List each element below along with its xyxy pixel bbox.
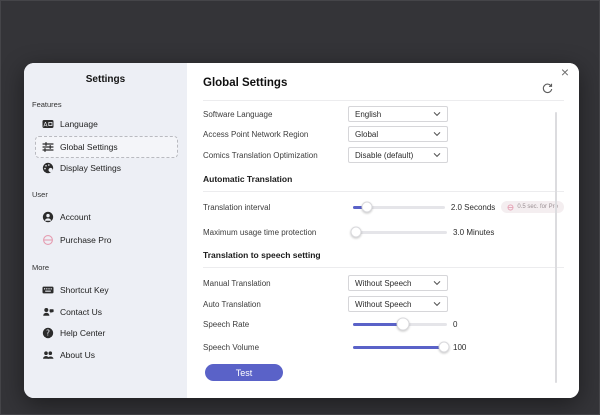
row-label: Maximum usage time protection: [203, 227, 317, 237]
sidebar-item-label: Account: [60, 212, 91, 222]
contact-icon: [43, 308, 54, 316]
row-network-region: Access Point Network Region Global: [203, 126, 564, 142]
sidebar-item-global-settings[interactable]: Global Settings: [35, 136, 178, 158]
settings-sidebar: Settings Features A Language Global Sett…: [24, 63, 187, 398]
section-label-features: Features: [32, 100, 62, 109]
sidebar-item-display-settings[interactable]: Display Settings: [35, 157, 178, 179]
max-usage-slider[interactable]: [350, 226, 447, 238]
close-icon[interactable]: ×: [561, 64, 569, 80]
select-value: Global: [355, 129, 379, 139]
sidebar-item-help-center[interactable]: ? Help Center: [35, 322, 178, 344]
network-region-select[interactable]: Global: [348, 126, 448, 142]
speech-volume-slider[interactable]: [353, 341, 450, 353]
sidebar-item-about-us[interactable]: About Us: [35, 344, 178, 366]
sidebar-item-language[interactable]: A Language: [35, 113, 178, 135]
section-label-more: More: [32, 263, 50, 272]
sidebar-item-shortcut-key[interactable]: Shortcut Key: [35, 279, 178, 301]
row-speech-rate: Speech Rate 0: [203, 316, 564, 332]
chevron-down-icon: [433, 302, 441, 307]
section-title-tts: Translation to speech setting: [203, 250, 321, 260]
slider-fill: [353, 345, 444, 349]
header-divider: [203, 100, 564, 101]
row-manual-translation: Manual Translation Without Speech: [203, 275, 564, 291]
auto-translation-select[interactable]: Without Speech: [348, 296, 448, 312]
row-label: Manual Translation: [203, 278, 271, 288]
software-language-select[interactable]: English: [348, 106, 448, 122]
sidebar-item-label: About Us: [60, 350, 95, 360]
row-comics-optimization: Comics Translation Optimization Disable …: [203, 147, 564, 163]
manual-translation-select[interactable]: Without Speech: [348, 275, 448, 291]
page-title: Global Settings: [203, 77, 288, 89]
comics-optimization-select[interactable]: Disable (default): [348, 147, 448, 163]
keyboard-icon: [42, 286, 54, 294]
vertical-scrollbar[interactable]: [555, 112, 557, 383]
sidebar-item-label: Language: [60, 119, 98, 129]
speech-rate-value: 0: [453, 319, 458, 329]
speech-volume-value: 100: [453, 342, 467, 352]
pro-badge-text: 0.5 sec. for Pro: [517, 204, 558, 210]
section-title-automatic-translation: Automatic Translation: [203, 174, 293, 184]
sidebar-title: Settings: [85, 74, 126, 85]
row-label: Access Point Network Region: [203, 129, 309, 139]
max-usage-value: 3.0 Minutes: [453, 227, 495, 237]
pro-badge-icon: [507, 204, 514, 210]
speech-rate-slider[interactable]: [353, 317, 447, 331]
interval-value: 2.0 Seconds: [450, 202, 496, 212]
settings-dialog: × Settings Features A Language Global Se…: [24, 63, 579, 398]
section-divider: [203, 191, 564, 192]
row-label: Software Language: [203, 109, 273, 119]
chevron-down-icon: [433, 132, 441, 137]
sidebar-item-purchase-pro[interactable]: Purchase Pro: [35, 229, 178, 251]
sidebar-item-label: Purchase Pro: [60, 235, 112, 245]
section-divider: [203, 267, 564, 268]
language-icon: A: [42, 120, 54, 128]
slider-thumb[interactable]: [361, 201, 373, 213]
slider-thumb[interactable]: [396, 317, 410, 331]
settings-sliders-icon: [42, 142, 54, 152]
test-button[interactable]: Test: [205, 364, 283, 381]
sidebar-item-label: Contact Us: [60, 307, 103, 317]
row-label: Speech Rate: [203, 319, 250, 329]
section-label-user: User: [32, 190, 48, 199]
chevron-down-icon: [433, 112, 441, 117]
select-value: English: [355, 109, 382, 119]
slider-fill: [353, 322, 400, 326]
people-icon: [43, 351, 54, 359]
sidebar-item-label: Display Settings: [60, 163, 121, 173]
select-value: Without Speech: [355, 278, 412, 288]
translation-interval-slider[interactable]: [353, 201, 445, 213]
slider-thumb[interactable]: [350, 226, 362, 238]
sidebar-item-label: Shortcut Key: [60, 285, 109, 295]
row-translation-interval: Translation interval 2.0 Seconds 0.5 sec…: [203, 199, 564, 215]
svg-text:?: ?: [46, 329, 50, 338]
row-label: Auto Translation: [203, 299, 261, 309]
slider-thumb[interactable]: [438, 341, 450, 353]
sidebar-item-account[interactable]: Account: [35, 206, 178, 228]
sidebar-item-contact-us[interactable]: Contact Us: [35, 301, 178, 323]
row-speech-volume: Speech Volume 100: [203, 339, 564, 355]
row-label: Speech Volume: [203, 342, 260, 352]
global-settings-panel: Global Settings Software Language Englis…: [187, 63, 579, 398]
desktop-background: × Settings Features A Language Global Se…: [0, 0, 600, 415]
chevron-down-icon: [433, 281, 441, 286]
sidebar-item-label: Global Settings: [60, 142, 118, 152]
select-value: Disable (default): [355, 150, 414, 160]
row-auto-translation: Auto Translation Without Speech: [203, 296, 564, 312]
refresh-icon[interactable]: [542, 83, 553, 94]
chevron-down-icon: [433, 153, 441, 158]
sidebar-item-label: Help Center: [60, 328, 106, 338]
purchase-pro-icon: [43, 235, 53, 245]
account-icon: [42, 211, 54, 223]
select-value: Without Speech: [355, 299, 412, 309]
palette-icon: [42, 162, 54, 174]
row-label: Translation interval: [203, 202, 271, 212]
row-software-language: Software Language English: [203, 106, 564, 122]
row-label: Comics Translation Optimization: [203, 150, 318, 160]
row-max-usage-protection: Maximum usage time protection 3.0 Minute…: [203, 224, 564, 240]
help-icon: ?: [42, 327, 54, 339]
